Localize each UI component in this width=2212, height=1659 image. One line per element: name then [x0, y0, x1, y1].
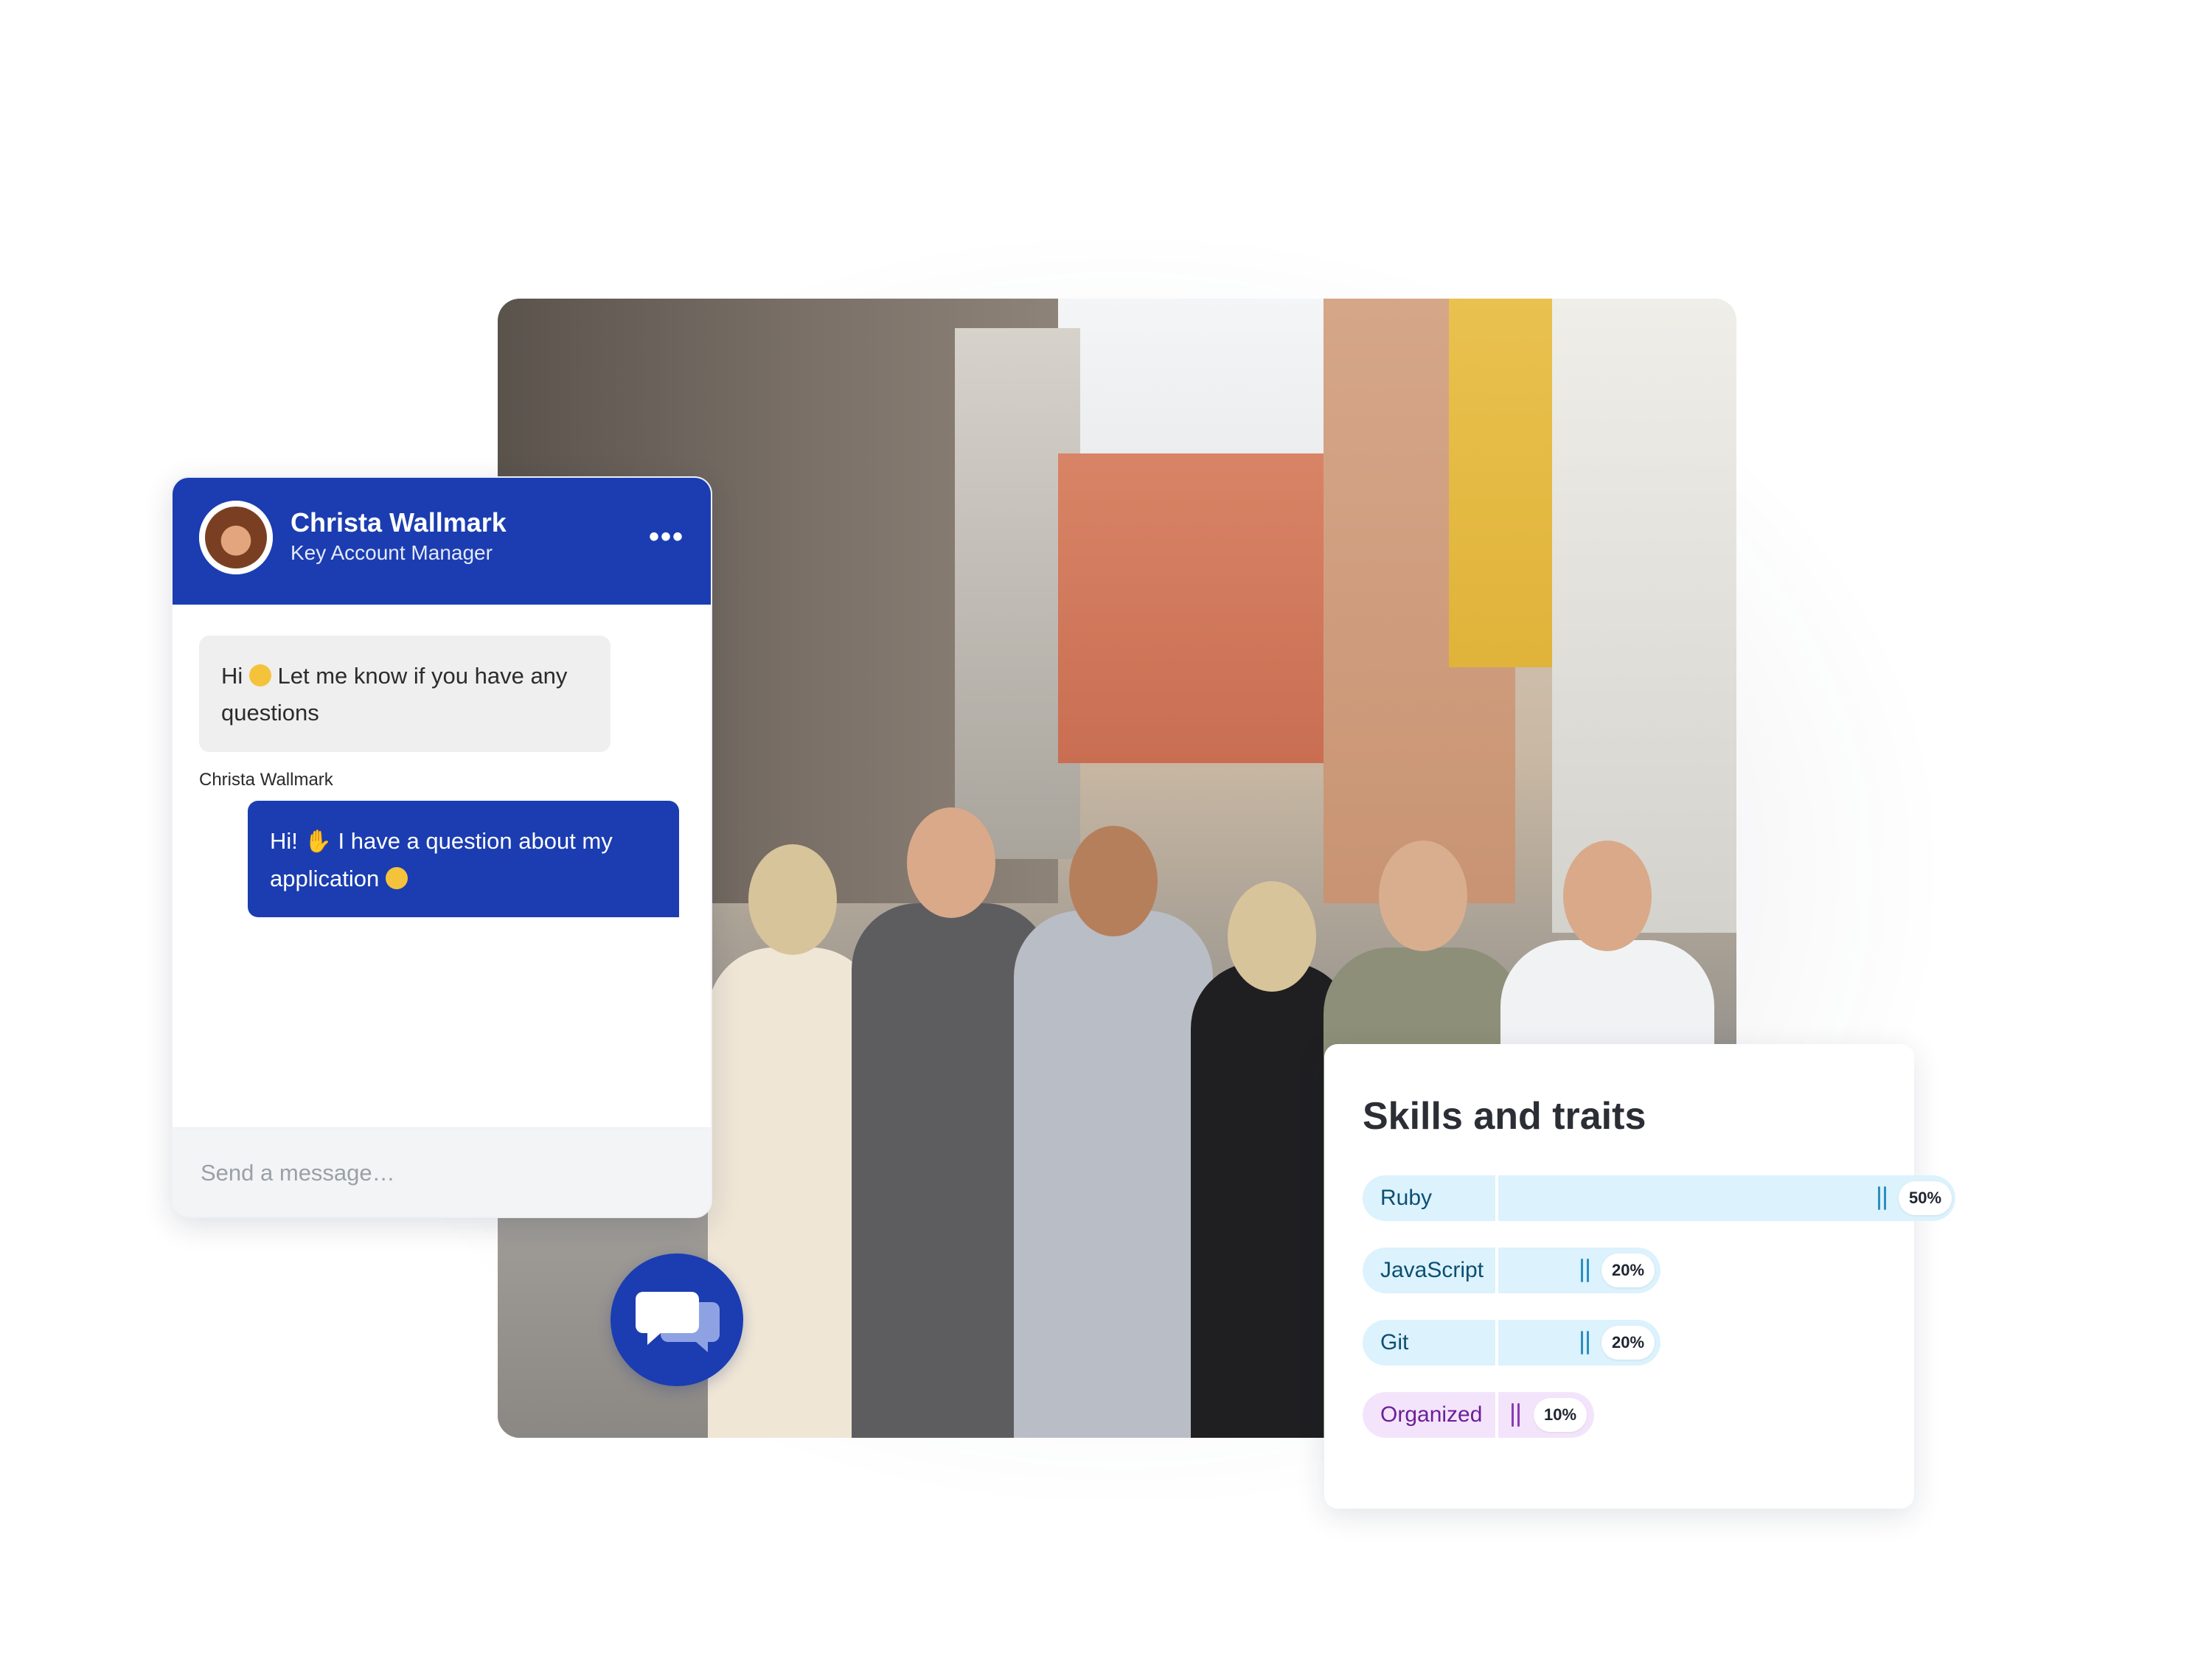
skill-drag-handle[interactable]: [1510, 1403, 1522, 1427]
agent-name: Christa Wallmark: [291, 507, 507, 538]
chat-header: Christa Wallmark Key Account Manager •••: [173, 478, 711, 605]
message-text: Hi!: [270, 828, 298, 854]
agent-role: Key Account Manager: [291, 541, 493, 564]
skill-drag-handle[interactable]: [1579, 1259, 1591, 1282]
person-1-head: [748, 844, 837, 955]
agent-avatar-photo: [205, 507, 267, 568]
skill-drag-handle[interactable]: [1877, 1186, 1888, 1210]
chat-launcher-button[interactable]: [611, 1253, 743, 1386]
skill-drag-handle[interactable]: [1579, 1331, 1591, 1354]
skill-label: JavaScript: [1363, 1248, 1495, 1293]
skill-label: Git: [1363, 1320, 1495, 1366]
smiling-face-emoji: [385, 867, 408, 889]
skill-bar: 20%: [1498, 1248, 1660, 1293]
agent-avatar: [199, 501, 273, 574]
skill-label: Ruby: [1363, 1175, 1495, 1221]
message-input[interactable]: [199, 1155, 659, 1192]
skill-percent: 20%: [1601, 1253, 1655, 1287]
skill-bar: 10%: [1498, 1392, 1594, 1438]
chat-bubbles-icon: [636, 1292, 720, 1352]
more-horizontal-icon[interactable]: •••: [649, 521, 684, 554]
incoming-message: Hi Let me know if you have any questions: [199, 636, 611, 752]
skill-label: Organized: [1363, 1392, 1495, 1438]
waving-hand-emoji: ✋: [304, 830, 332, 854]
person-3-head: [1069, 826, 1158, 936]
photo-building-white: [1552, 299, 1736, 933]
person-2-head: [907, 807, 995, 918]
skills-title: Skills and traits: [1363, 1095, 1646, 1138]
person-6-head: [1563, 841, 1652, 951]
skill-bar: 50%: [1498, 1175, 1955, 1221]
skills-card: Skills and traits Ruby 50% JavaScript 20…: [1324, 1044, 1955, 1509]
outgoing-message: Hi! ✋ I have a question about my applica…: [248, 801, 679, 917]
skill-percent: 50%: [1899, 1181, 1952, 1215]
person-4-head: [1228, 881, 1316, 992]
person-3: [1014, 911, 1213, 1438]
message-author: Christa Wallmark: [199, 770, 333, 790]
chat-widget: Christa Wallmark Key Account Manager •••…: [171, 476, 712, 1218]
skill-percent: 10%: [1534, 1398, 1587, 1432]
skill-percent: 20%: [1601, 1326, 1655, 1360]
message-composer: [173, 1127, 711, 1217]
skill-bar: 20%: [1498, 1320, 1660, 1366]
smiling-face-emoji: [248, 664, 271, 686]
message-text: Hi: [221, 663, 243, 689]
photo-building-center: [1058, 453, 1324, 763]
message-text: Let me know if you have any questions: [221, 663, 568, 726]
person-5-head: [1379, 841, 1467, 951]
